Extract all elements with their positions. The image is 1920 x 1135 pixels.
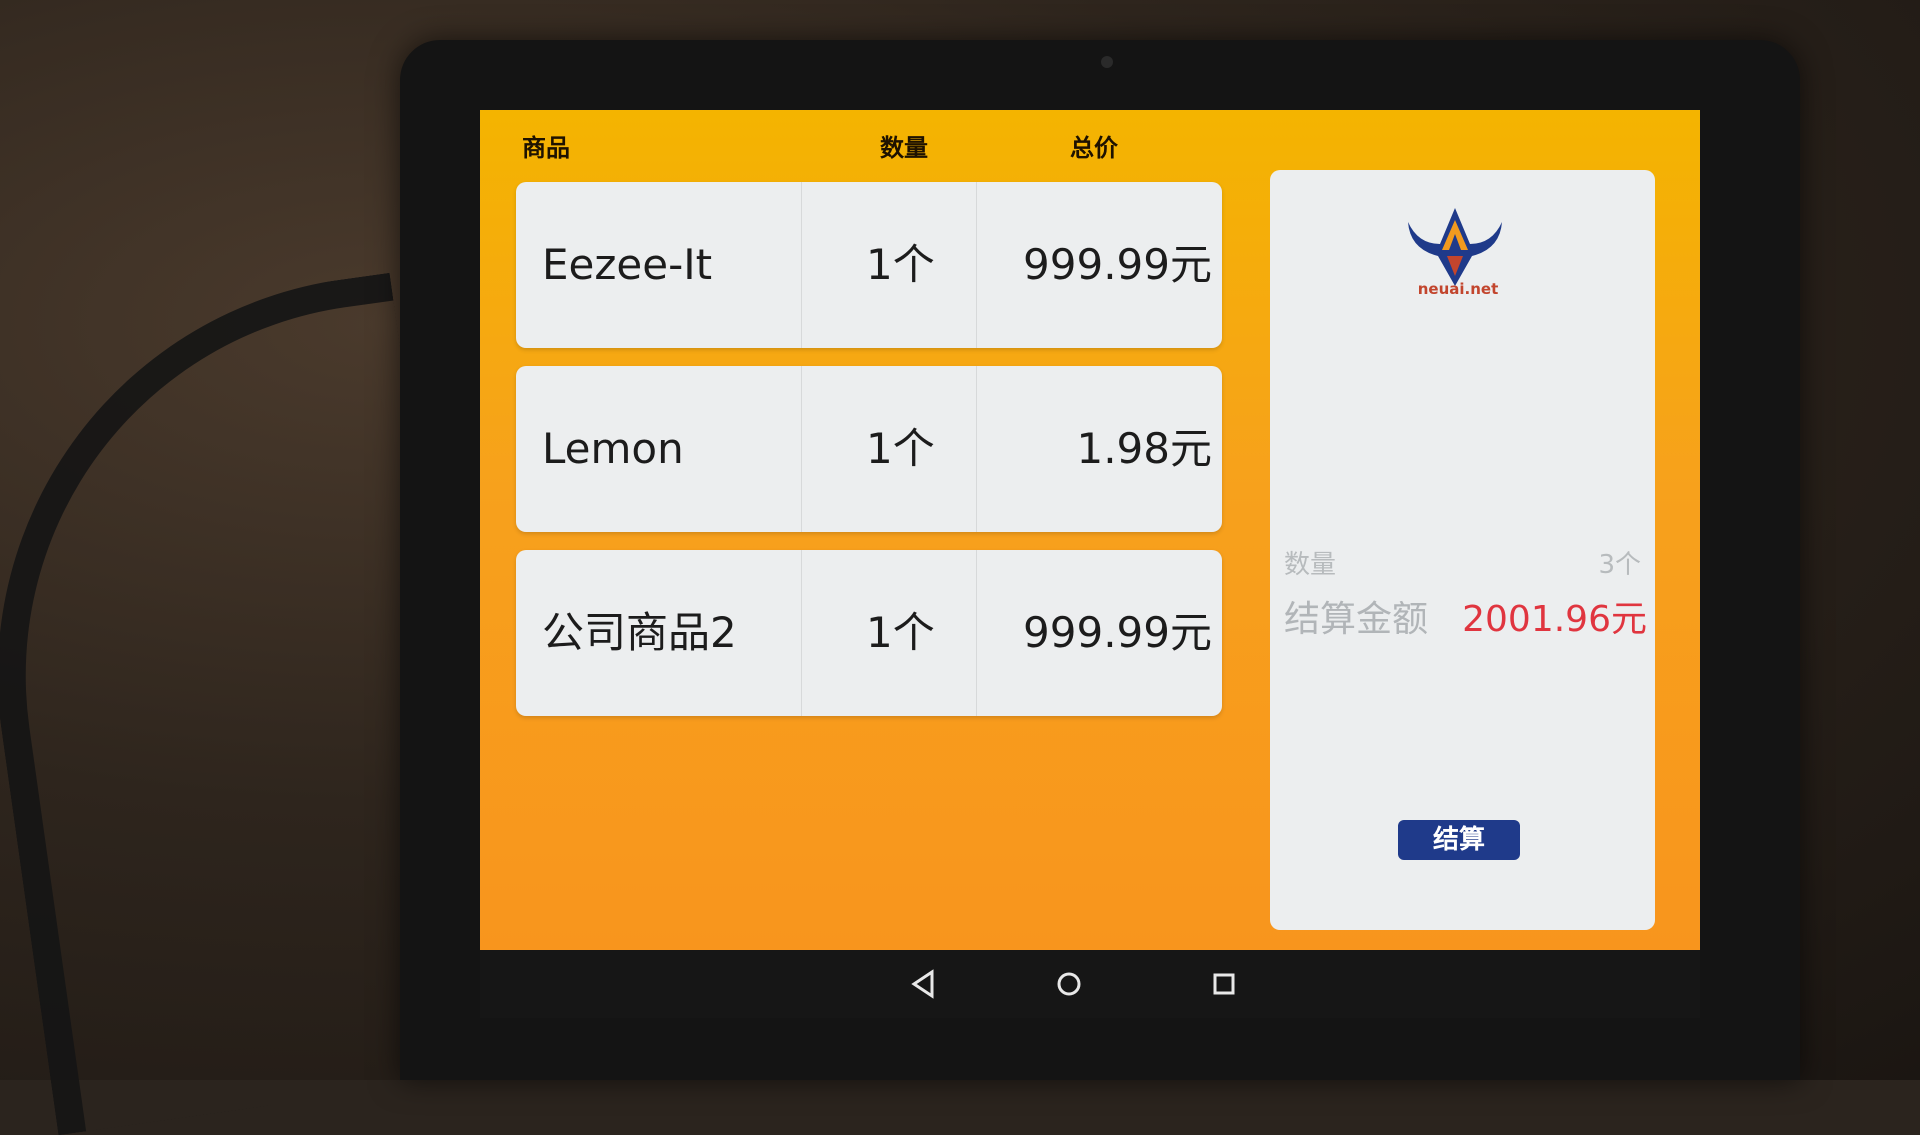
- item-total: 1.98元: [1076, 424, 1212, 473]
- home-icon[interactable]: [1047, 962, 1091, 1006]
- list-item[interactable]: 公司商品2 1个 999.99元: [516, 550, 1222, 716]
- column-divider: [801, 550, 802, 716]
- back-icon[interactable]: [902, 962, 946, 1006]
- item-total: 999.99元: [1023, 608, 1212, 657]
- list-item[interactable]: Eezee-It 1个 999.99元: [516, 182, 1222, 348]
- checkout-button[interactable]: 结算: [1398, 820, 1520, 860]
- header-total: 总价: [1070, 134, 1118, 162]
- list-item[interactable]: Lemon 1个 1.98元: [516, 366, 1222, 532]
- android-nav-bar: [480, 950, 1700, 1018]
- column-divider: [976, 182, 977, 348]
- summary-panel: neuai.net 数量 3个 结算金额 2001.96元 结算: [1270, 170, 1655, 930]
- front-camera: [1101, 56, 1113, 68]
- item-name: 公司商品2: [542, 608, 737, 657]
- summary-quantity-label: 数量: [1284, 550, 1337, 580]
- column-divider: [976, 366, 977, 532]
- header-product: 商品: [522, 134, 570, 162]
- pos-screen: 商品 数量 总价 Eezee-It 1个 999.99元 Lemon 1个 1.…: [480, 110, 1700, 950]
- item-total: 999.99元: [1023, 240, 1212, 289]
- item-name: Lemon: [542, 424, 684, 473]
- item-quantity: 1个: [866, 240, 935, 289]
- summary-amount-label: 结算金额: [1284, 599, 1429, 640]
- column-divider: [801, 182, 802, 348]
- column-divider: [976, 550, 977, 716]
- summary-quantity-value: 3个: [1598, 550, 1641, 580]
- summary-amount-value: 2001.96元: [1462, 599, 1647, 640]
- recent-apps-icon[interactable]: [1202, 962, 1246, 1006]
- item-quantity: 1个: [866, 608, 935, 657]
- item-name: Eezee-It: [542, 240, 713, 289]
- column-divider: [801, 366, 802, 532]
- list-header: 商品 数量 总价: [480, 128, 1240, 168]
- item-list: Eezee-It 1个 999.99元 Lemon 1个 1.98元 公司商品2…: [516, 182, 1222, 734]
- logo-text: neuai.net: [1417, 280, 1499, 298]
- item-quantity: 1个: [866, 424, 935, 473]
- photo-background: 商品 数量 总价 Eezee-It 1个 999.99元 Lemon 1个 1.…: [0, 0, 1920, 1135]
- header-quantity: 数量: [880, 134, 928, 162]
